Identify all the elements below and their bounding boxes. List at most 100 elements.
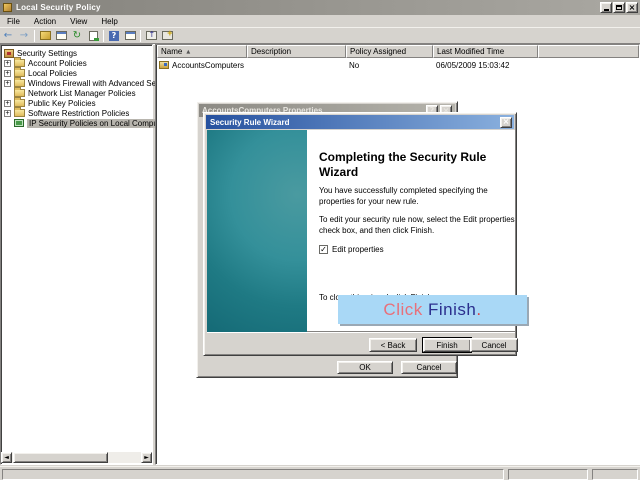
sidebar-item-windows-firewall[interactable]: + Windows Firewall with Advanced Securit… xyxy=(4,78,175,88)
expand-plus-icon[interactable]: + xyxy=(4,100,11,107)
sidebar-item-software-restriction[interactable]: + Software Restriction Policies xyxy=(4,108,129,118)
wizard-paragraph-2: To edit your security rule now, select t… xyxy=(319,215,515,237)
column-header-policy-assigned[interactable]: Policy Assigned xyxy=(346,45,433,58)
console-tree-pane: Security Settings + Account Policies + L… xyxy=(0,44,153,465)
sidebar-item-label: Account Policies xyxy=(28,59,87,68)
toolbar: ← → ↻ ? xyxy=(0,28,640,44)
forward-icon: → xyxy=(20,31,28,41)
wizard-button-row: < Back Finish Cancel xyxy=(207,333,515,354)
status-bar xyxy=(0,466,640,480)
app-icon xyxy=(3,3,12,12)
wizard-title: Security Rule Wizard xyxy=(210,118,290,127)
wizard-watermark-graphic xyxy=(207,130,307,332)
expand-plus-icon[interactable]: + xyxy=(4,80,11,87)
status-segment xyxy=(592,469,638,480)
sidebar-item-label: Software Restriction Policies xyxy=(28,109,129,118)
status-segment xyxy=(2,469,504,480)
table-row-name[interactable]: AccountsComputers xyxy=(159,60,244,70)
import-policy-icon xyxy=(146,31,157,40)
toolbar-separator xyxy=(34,30,35,42)
edit-properties-checkbox-row[interactable]: ✓ Edit properties xyxy=(319,245,384,254)
tooltip-text-period: . xyxy=(476,300,481,320)
window-titlebar: Local Security Policy × xyxy=(0,0,640,15)
expand-plus-icon[interactable]: + xyxy=(4,110,11,117)
menu-action[interactable]: Action xyxy=(27,16,63,27)
edit-icon xyxy=(40,31,51,40)
folder-icon xyxy=(14,99,25,107)
menu-file[interactable]: File xyxy=(0,16,27,27)
tooltip-text-click: Click xyxy=(383,300,428,320)
security-settings-icon xyxy=(4,49,14,58)
scroll-right-icon: ► xyxy=(144,453,149,463)
menu-help[interactable]: Help xyxy=(94,16,124,27)
cancel-label: Cancel xyxy=(417,363,442,372)
row-name: AccountsComputers xyxy=(172,61,244,70)
folder-icon xyxy=(14,59,25,67)
sort-asc-icon: ▲ xyxy=(186,49,190,55)
wizard-paragraph-1: You have successfully completed specifyi… xyxy=(319,186,515,208)
export-list-icon xyxy=(89,31,98,41)
row-last-modified: 06/05/2009 15:03:42 xyxy=(436,61,509,70)
scrollbar-thumb[interactable] xyxy=(13,452,108,463)
back-label: < Back xyxy=(381,341,406,350)
scroll-right-button[interactable]: ► xyxy=(141,452,152,463)
console-tree-button[interactable] xyxy=(122,29,138,43)
expand-plus-icon[interactable]: + xyxy=(4,70,11,77)
status-segment xyxy=(508,469,588,480)
tree-horizontal-scrollbar[interactable]: ◄ ► xyxy=(1,452,152,463)
column-label: Description xyxy=(251,47,291,56)
tooltip-text-finish: Finish xyxy=(428,300,476,320)
back-icon: ← xyxy=(4,31,12,41)
import-policy-button[interactable] xyxy=(143,29,159,43)
ipsec-icon xyxy=(14,119,24,127)
restore-icon xyxy=(616,5,622,10)
help-icon: ? xyxy=(109,31,119,41)
toolbar-separator xyxy=(103,30,104,42)
help-button[interactable]: ? xyxy=(106,29,122,43)
minimize-icon xyxy=(604,9,609,11)
back-button[interactable]: ← xyxy=(0,29,16,43)
column-label: Policy Assigned xyxy=(350,47,406,56)
toolbar-separator xyxy=(140,30,141,42)
add-computer-button[interactable] xyxy=(159,29,175,43)
export-list-button[interactable] xyxy=(85,29,101,43)
close-button[interactable]: × xyxy=(626,2,638,13)
wizard-cancel-button[interactable]: Cancel xyxy=(470,338,518,352)
row-policy-assigned: No xyxy=(349,61,359,70)
sidebar-item-ip-security-policies[interactable]: IP Security Policies on Local Computer xyxy=(14,118,169,128)
column-header-description[interactable]: Description xyxy=(247,45,346,58)
back-button-wizard[interactable]: < Back xyxy=(369,338,417,352)
folder-icon xyxy=(14,69,25,77)
table-row-last-modified: 06/05/2009 15:03:42 xyxy=(436,60,509,70)
properties-cancel-button[interactable]: Cancel xyxy=(401,361,457,374)
wizard-close-button[interactable]: × xyxy=(500,117,512,128)
ok-button[interactable]: OK xyxy=(337,361,393,374)
restore-button[interactable] xyxy=(613,2,625,13)
sidebar-item-network-list-manager[interactable]: Network List Manager Policies xyxy=(14,88,136,98)
forward-button[interactable]: → xyxy=(16,29,32,43)
wizard-titlebar[interactable]: Security Rule Wizard × xyxy=(206,115,514,129)
refresh-button[interactable]: ↻ xyxy=(69,29,85,43)
ok-label: OK xyxy=(359,363,371,372)
scroll-left-icon: ◄ xyxy=(4,453,9,463)
column-header-last-modified[interactable]: Last Modified Time xyxy=(433,45,538,58)
edit-properties-label: Edit properties xyxy=(332,245,384,254)
sidebar-item-label: Local Policies xyxy=(28,69,77,78)
scroll-left-button[interactable]: ◄ xyxy=(1,452,12,463)
column-header-empty[interactable] xyxy=(538,45,639,58)
wizard-heading: Completing the Security Rule Wizard xyxy=(319,150,514,180)
folder-icon xyxy=(14,79,25,87)
checkbox-checked-icon[interactable]: ✓ xyxy=(319,245,328,254)
menu-view[interactable]: View xyxy=(63,16,94,27)
edit-policy-button[interactable] xyxy=(37,29,53,43)
console-window-button[interactable] xyxy=(53,29,69,43)
sidebar-item-label: Network List Manager Policies xyxy=(28,89,136,98)
expand-plus-icon[interactable]: + xyxy=(4,60,11,67)
sidebar-item-label: Public Key Policies xyxy=(28,99,96,108)
minimize-button[interactable] xyxy=(600,2,612,13)
menu-bar: File Action View Help xyxy=(0,15,640,28)
finish-button[interactable]: Finish xyxy=(423,338,471,352)
column-header-name[interactable]: Name ▲ xyxy=(157,45,247,58)
add-computer-icon xyxy=(162,31,173,40)
policy-icon xyxy=(159,61,169,69)
